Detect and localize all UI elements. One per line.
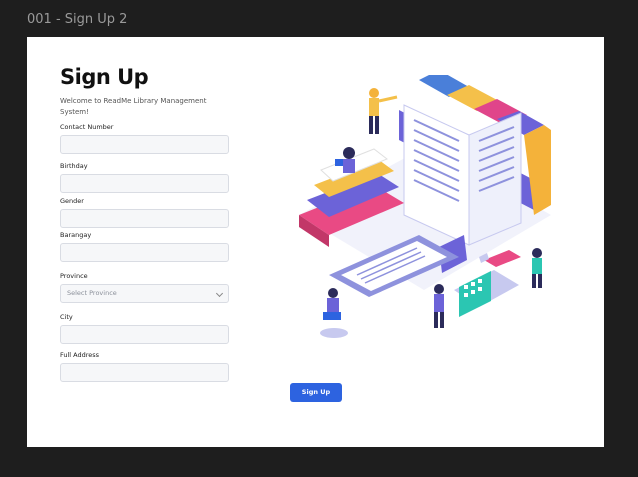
frame-label: 001 - Sign Up 2 [27,12,128,27]
page-subtitle: Welcome to ReadMe Library Management Sys… [60,97,207,116]
barangay-input[interactable] [60,243,229,262]
contact-number-input[interactable] [60,135,229,154]
city-label: City [60,313,73,321]
library-illustration-image [299,75,551,338]
full-address-input[interactable] [60,363,229,382]
page-title: Sign Up [60,65,149,89]
province-select-value: Select Province [67,289,117,297]
city-input[interactable] [60,325,229,344]
full-address-label: Full Address [60,351,100,359]
sign-up-button[interactable]: Sign Up [290,383,342,402]
birthday-label: Birthday [60,162,88,170]
barangay-label: Barangay [60,231,92,239]
birthday-input[interactable] [60,174,229,193]
signup-artboard: Sign Up Welcome to ReadMe Library Manage… [27,37,604,447]
contact-number-label: Contact Number [60,123,114,131]
province-label: Province [60,272,88,280]
gender-label: Gender [60,197,84,205]
gender-input[interactable] [60,209,229,228]
province-select[interactable]: Select Province [60,284,229,303]
